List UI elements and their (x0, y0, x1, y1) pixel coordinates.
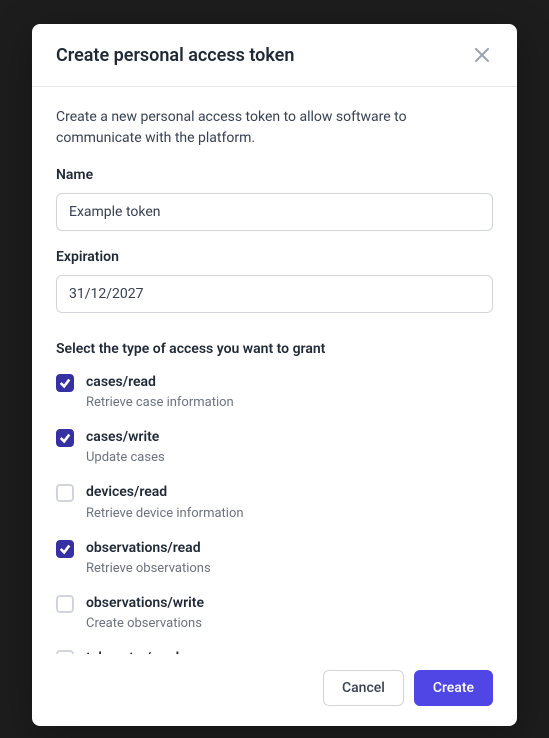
create-token-modal: Create personal access token Create a ne… (32, 24, 517, 726)
scope-checkbox[interactable] (56, 484, 74, 502)
scope-text: observations/write Create observations (86, 594, 204, 631)
close-icon (475, 48, 489, 62)
scope-text: cases/read Retrieve case information (86, 373, 234, 410)
scope-row: observations/read Retrieve observations (56, 539, 493, 576)
scope-checkbox[interactable] (56, 595, 74, 613)
scope-checkbox[interactable] (56, 540, 74, 558)
scope-description: Create observations (86, 616, 204, 631)
scope-row: cases/read Retrieve case information (56, 373, 493, 410)
scopes-list: cases/readRetrieve case informationcases… (56, 373, 493, 654)
name-input[interactable] (56, 193, 493, 231)
scope-label: observations/read (86, 539, 211, 557)
scope-description: Retrieve observations (86, 561, 211, 576)
expiration-label: Expiration (56, 249, 493, 265)
scope-label: devices/read (86, 483, 244, 501)
cancel-button[interactable]: Cancel (323, 670, 404, 706)
scope-checkbox[interactable] (56, 429, 74, 447)
scope-description: Update cases (86, 450, 165, 465)
modal-footer: Cancel Create (32, 654, 517, 726)
name-label: Name (56, 167, 493, 183)
create-button[interactable]: Create (414, 670, 493, 706)
scope-row: devices/read Retrieve device information (56, 483, 493, 520)
scope-label: cases/read (86, 373, 234, 391)
scope-checkbox[interactable] (56, 374, 74, 392)
modal-title: Create personal access token (56, 45, 294, 66)
scope-text: cases/write Update cases (86, 428, 165, 465)
scope-label: observations/write (86, 594, 204, 612)
scope-label: cases/write (86, 428, 165, 446)
access-section-label: Select the type of access you want to gr… (56, 341, 493, 357)
modal-header: Create personal access token (32, 24, 517, 87)
scope-description: Retrieve device information (86, 506, 244, 521)
scope-description: Retrieve case information (86, 395, 234, 410)
scope-text: observations/read Retrieve observations (86, 539, 211, 576)
modal-body: Create a new personal access token to al… (32, 87, 517, 654)
close-button[interactable] (471, 44, 493, 66)
modal-description: Create a new personal access token to al… (56, 107, 493, 149)
expiration-input[interactable] (56, 275, 493, 313)
scope-row: observations/write Create observations (56, 594, 493, 631)
scope-row: cases/write Update cases (56, 428, 493, 465)
scope-text: devices/read Retrieve device information (86, 483, 244, 520)
